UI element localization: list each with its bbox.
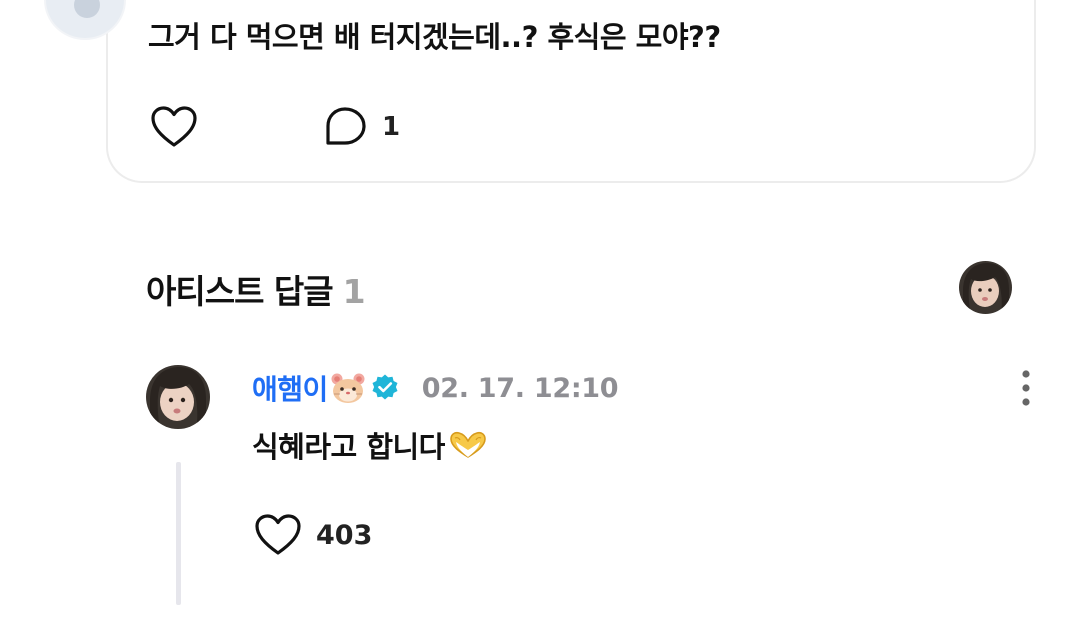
reply-like-button[interactable]: 403 [254,513,372,557]
comment-like-button[interactable] [150,105,198,149]
default-avatar-icon [74,0,100,18]
reply-author-avatar[interactable] [146,365,210,429]
artist-replies-count: 1 [342,272,366,311]
more-options-icon[interactable] [1010,368,1042,408]
like-count: 403 [316,519,373,551]
reply-date: 02. 17. 12:10 [421,372,619,404]
reply-text-content: 식혜라고 합니다 [252,430,445,464]
comment-reply-button[interactable]: 1 [324,106,400,148]
artist-replies-heading: 아티스트 답글 1 [146,265,366,313]
artist-replies-title: 아티스트 답글 [146,272,334,311]
verified-badge-icon [372,374,398,400]
speech-bubble-icon [326,107,366,145]
reply-meta: 애햄이 02. 17. 12:10 [252,368,619,408]
heart-icon [255,514,301,555]
comment-text: 그거 다 먹으면 배 터지겠는데..? 후식은 모야?? [148,20,721,54]
artist-avatar-small[interactable] [959,261,1012,314]
reply-author-name[interactable]: 애햄이 [252,368,328,408]
heart-hands-icon [450,431,486,458]
reply-text: 식혜라고 합니다 [252,424,489,466]
reply-count: 1 [382,112,401,142]
thread-line [176,462,181,605]
heart-icon [151,106,197,147]
hamster-face-icon [331,373,365,403]
